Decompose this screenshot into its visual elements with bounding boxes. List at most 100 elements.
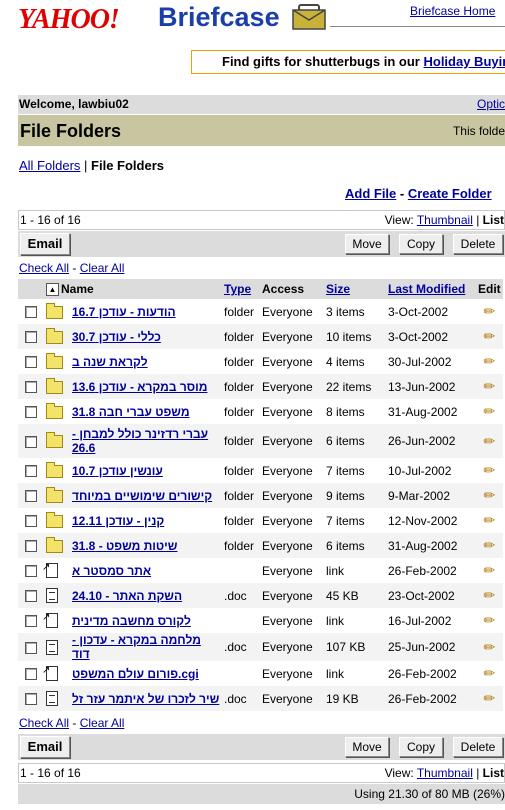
sort-size-link[interactable]: Size — [326, 282, 350, 296]
table-row[interactable]: פורום עולם המשפט.cgi Everyone link 26-Feb-2… — [18, 661, 503, 686]
pencil-edit-icon[interactable]: ✏ — [483, 587, 495, 603]
row-edit-cell[interactable]: ✏ — [476, 686, 503, 711]
row-checkbox-cell[interactable] — [18, 374, 44, 399]
delete-button[interactable]: Delete — [453, 234, 503, 254]
header-name[interactable]: ▲ Name — [44, 279, 222, 299]
table-row[interactable]: קנין - עודכן 12.11 folder Everyone 7 items 1… — [18, 508, 503, 533]
row-checkbox-cell[interactable] — [18, 299, 44, 324]
pencil-edit-icon[interactable]: ✏ — [483, 353, 495, 369]
row-checkbox-cell[interactable] — [18, 458, 44, 483]
row-edit-cell[interactable]: ✏ — [476, 508, 503, 533]
row-checkbox[interactable] — [25, 465, 37, 478]
row-name-link[interactable]: השקת האתר - 24.10 — [72, 589, 182, 603]
pencil-edit-icon[interactable]: ✏ — [483, 487, 495, 503]
row-checkbox-cell[interactable] — [18, 533, 44, 558]
table-row[interactable]: מלחמה במקרא - עדכון - דוד .doc Everyone 107… — [18, 633, 503, 661]
sort-asc-icon[interactable]: ▲ — [46, 283, 59, 297]
move-button-bottom[interactable]: Move — [345, 737, 389, 757]
pencil-edit-icon[interactable]: ✏ — [483, 562, 495, 578]
row-edit-cell[interactable]: ✏ — [476, 349, 503, 374]
pencil-edit-icon[interactable]: ✏ — [483, 403, 495, 419]
pencil-edit-icon[interactable]: ✏ — [483, 690, 495, 706]
row-checkbox[interactable] — [25, 331, 37, 344]
create-folder-link[interactable]: Create Folder — [408, 186, 492, 201]
header-type[interactable]: Type — [222, 279, 260, 299]
clear-all-link[interactable]: Clear All — [80, 261, 125, 275]
pencil-edit-icon[interactable]: ✏ — [483, 462, 495, 478]
yahoo-logo[interactable]: YAHOO! — [18, 4, 120, 36]
table-row[interactable]: לקורס מחשבה מדינית Everyone link 16-Jul-200… — [18, 608, 503, 633]
row-checkbox-cell[interactable] — [18, 483, 44, 508]
row-edit-cell[interactable]: ✏ — [476, 633, 503, 661]
pencil-edit-icon[interactable]: ✏ — [483, 537, 495, 553]
clear-all-link-bottom[interactable]: Clear All — [80, 716, 125, 730]
row-checkbox[interactable] — [25, 565, 37, 578]
row-checkbox-cell[interactable] — [18, 583, 44, 608]
move-button[interactable]: Move — [345, 234, 389, 254]
row-checkbox[interactable] — [25, 615, 37, 628]
table-row[interactable]: קישורים שימושיים במיוחד folder Everyone 9 i… — [18, 483, 503, 508]
check-all-link[interactable]: Check All — [19, 261, 69, 275]
all-folders-link[interactable]: All Folders — [19, 158, 80, 173]
row-edit-cell[interactable]: ✏ — [476, 374, 503, 399]
pencil-edit-icon[interactable]: ✏ — [483, 303, 495, 319]
row-edit-cell[interactable]: ✏ — [476, 533, 503, 558]
table-row[interactable]: הודעות - עודכן 16.7 folder Everyone 3 items… — [18, 299, 503, 324]
row-checkbox-cell[interactable] — [18, 324, 44, 349]
pencil-edit-icon[interactable]: ✏ — [483, 512, 495, 528]
options-link[interactable]: Optic — [477, 95, 505, 114]
table-row[interactable]: עונשין עודכן 10.7 folder Everyone 7 items 10… — [18, 458, 503, 483]
row-checkbox-cell[interactable] — [18, 686, 44, 711]
table-row[interactable]: שיטות משפט - 31.8 folder Everyone 6 items 31… — [18, 533, 503, 558]
row-name-link[interactable]: קישורים שימושיים במיוחד — [72, 489, 212, 503]
row-checkbox[interactable] — [25, 668, 37, 681]
row-checkbox[interactable] — [25, 381, 37, 394]
thumbnail-view-link[interactable]: Thumbnail — [417, 213, 473, 227]
pencil-edit-icon[interactable]: ✏ — [483, 612, 495, 628]
row-name-link[interactable]: משפט עברי חבה 31.8 — [72, 405, 190, 419]
row-edit-cell[interactable]: ✏ — [476, 661, 503, 686]
row-name-link[interactable]: קנין - עודכן 12.11 — [72, 514, 164, 528]
table-row[interactable]: עברי רדזינר כולל למבחן - 26.6 folder Every… — [18, 424, 503, 458]
copy-button-bottom[interactable]: Copy — [399, 737, 443, 757]
row-name-link[interactable]: מוסר במקרא - עודכן 13.6 — [72, 380, 207, 394]
row-name-link[interactable]: שיר לזכרו של איתמר עזר זל — [72, 692, 219, 706]
header-modified[interactable]: Last Modified — [386, 279, 476, 299]
pencil-edit-icon[interactable]: ✏ — [483, 328, 495, 344]
row-checkbox-cell[interactable] — [18, 608, 44, 633]
pencil-edit-icon[interactable]: ✏ — [483, 433, 495, 449]
thumbnail-view-link-bottom[interactable]: Thumbnail — [417, 766, 473, 780]
row-name-link[interactable]: שיטות משפט - 31.8 — [72, 539, 177, 553]
table-row[interactable]: משפט עברי חבה 31.8 folder Everyone 8 items 3… — [18, 399, 503, 424]
row-checkbox-cell[interactable] — [18, 661, 44, 686]
row-edit-cell[interactable]: ✏ — [476, 299, 503, 324]
pencil-edit-icon[interactable]: ✏ — [483, 665, 495, 681]
row-checkbox-cell[interactable] — [18, 424, 44, 458]
row-edit-cell[interactable]: ✏ — [476, 558, 503, 583]
row-checkbox[interactable] — [25, 590, 37, 603]
row-checkbox[interactable] — [25, 356, 37, 369]
row-checkbox[interactable] — [25, 641, 37, 654]
row-edit-cell[interactable]: ✏ — [476, 399, 503, 424]
pencil-edit-icon[interactable]: ✏ — [483, 378, 495, 394]
check-all-link-bottom[interactable]: Check All — [19, 716, 69, 730]
row-checkbox[interactable] — [25, 435, 37, 448]
table-row[interactable]: השקת האתר - 24.10 .doc Everyone 45 KB 23-Oct… — [18, 583, 503, 608]
row-name-link[interactable]: עברי רדזינר כולל למבחן - 26.6 — [72, 427, 208, 455]
table-row[interactable]: שיר לזכרו של איתמר עזר זל .doc Everyone 19 … — [18, 686, 503, 711]
row-name-link[interactable]: לקורס מחשבה מדינית — [72, 614, 191, 628]
row-name-link[interactable]: כללי - עודכן 30.7 — [72, 330, 161, 344]
row-name-link[interactable]: לקראת שנה ב — [72, 355, 148, 369]
row-checkbox-cell[interactable] — [18, 558, 44, 583]
email-button-bottom[interactable]: Email — [20, 736, 70, 758]
row-checkbox-cell[interactable] — [18, 633, 44, 661]
sort-type-link[interactable]: Type — [224, 282, 251, 296]
row-checkbox[interactable] — [25, 490, 37, 503]
table-row[interactable]: אתר סמסטר א Everyone link 26-Feb-2002 ✏ — [18, 558, 503, 583]
row-name-link[interactable]: מלחמה במקרא - עדכון - דוד — [72, 633, 201, 661]
row-name-link[interactable]: עונשין עודכן 10.7 — [72, 464, 163, 478]
sort-modified-link[interactable]: Last Modified — [388, 282, 465, 296]
row-edit-cell[interactable]: ✏ — [476, 608, 503, 633]
table-row[interactable]: לקראת שנה ב folder Everyone 4 items 30-Jul-2… — [18, 349, 503, 374]
briefcase-home-link[interactable]: Briefcase Home — [410, 4, 495, 18]
